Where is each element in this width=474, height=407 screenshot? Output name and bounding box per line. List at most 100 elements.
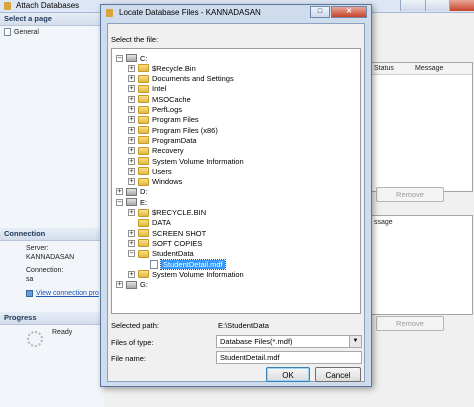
expand-icon[interactable]: +	[128, 75, 135, 83]
tree-node[interactable]: + Intel	[128, 84, 166, 94]
page-item-general[interactable]: General	[4, 28, 39, 36]
view-connection-link-label: View connection pro	[36, 290, 99, 297]
tree-node-label: StudentDetail.mdf	[160, 258, 226, 270]
details-grid[interactable]: ssage	[370, 215, 473, 315]
tree-node[interactable]: + SOFT COPIES	[128, 238, 202, 248]
tree-node-label: $RECYCLE.BIN	[152, 208, 207, 217]
expand-icon[interactable]: +	[128, 209, 135, 216]
minimize-button[interactable]	[400, 0, 425, 11]
tree-node[interactable]: + MSOCache	[128, 94, 191, 104]
folder-icon	[138, 167, 149, 176]
tree-node-label: G:	[140, 280, 148, 290]
file-tree[interactable]: − C: + $Recycle.Bin + Documents and Settings +…	[111, 48, 361, 314]
selected-path-label: Selected path:	[111, 321, 159, 330]
view-connection-properties-link[interactable]: View connection pro	[26, 290, 99, 297]
remove-button-top[interactable]: Remove	[376, 187, 444, 202]
connection-value: sa	[26, 276, 34, 283]
expand-icon[interactable]: +	[128, 64, 135, 72]
remove-button-bottom[interactable]: Remove	[376, 316, 444, 331]
tree-node[interactable]: + Documents and Settings	[128, 74, 234, 84]
expand-icon[interactable]: +	[128, 270, 135, 278]
status-column-header[interactable]: Status	[374, 65, 394, 72]
tree-node[interactable]: + PerfLogs	[128, 105, 182, 115]
tree-node[interactable]: − E:	[116, 197, 147, 207]
tree-node-label: Intel	[152, 84, 167, 94]
tree-node[interactable]: + Program Files (x86)	[128, 125, 218, 135]
background-sidebar: Select a page General Connection Server:…	[0, 13, 105, 407]
select-page-heading: Select a page	[0, 13, 104, 26]
properties-icon	[26, 290, 33, 297]
chevron-down-icon[interactable]: ▼	[349, 336, 361, 347]
tree-node[interactable]: + $RECYCLE.BIN	[128, 208, 206, 218]
expand-icon[interactable]: +	[128, 229, 135, 237]
expand-icon[interactable]: +	[116, 188, 123, 196]
expand-icon[interactable]: +	[128, 136, 135, 144]
expand-icon[interactable]: +	[128, 239, 135, 247]
tree-node[interactable]: + G:	[116, 280, 148, 290]
tree-node[interactable]: + Users	[128, 166, 172, 176]
tree-node[interactable]: + ProgramData	[128, 135, 197, 145]
files-of-type-select[interactable]: Database Files(*.mdf) ▼	[216, 335, 362, 348]
expand-icon[interactable]: +	[128, 126, 135, 134]
select-file-label: Select the file:	[111, 35, 159, 44]
files-of-type-value: Database Files(*.mdf)	[220, 337, 293, 346]
expand-icon[interactable]: +	[116, 281, 123, 289]
expand-icon[interactable]: +	[128, 106, 135, 113]
expand-icon[interactable]: +	[128, 178, 135, 186]
folder-icon	[138, 146, 149, 155]
tree-node-label: Documents and Settings	[152, 74, 234, 84]
close-button[interactable]	[449, 0, 474, 11]
tree-node[interactable]: DATA	[128, 218, 171, 228]
tree-node[interactable]: + System Volume Information	[128, 156, 244, 166]
expand-icon[interactable]: +	[128, 95, 135, 103]
tree-node[interactable]: + SCREEN SHOT	[128, 228, 206, 238]
folder-icon	[138, 95, 149, 104]
expand-icon[interactable]: +	[128, 167, 135, 175]
tree-node[interactable]: + System Volume Information	[128, 269, 244, 279]
expand-icon[interactable]: +	[128, 116, 135, 124]
folder-icon	[138, 177, 149, 186]
folder-icon	[138, 136, 149, 145]
folder-icon	[138, 64, 149, 73]
expand-icon[interactable]: +	[128, 157, 135, 165]
tree-node-label: E:	[140, 197, 148, 207]
tree-node[interactable]: + $Recycle.Bin	[128, 63, 196, 73]
folder-icon	[138, 229, 149, 238]
dialog-title: Locate Database Files - KANNADASAN	[119, 8, 261, 17]
tree-node[interactable]: + Program Files	[128, 115, 199, 125]
database-icon	[4, 2, 11, 10]
message-column-header[interactable]: Message	[415, 65, 443, 72]
tree-node[interactable]: + Windows	[128, 177, 182, 187]
folder-icon	[138, 208, 149, 217]
tree-node-label: MSOCache	[152, 94, 191, 104]
collapse-icon[interactable]: −	[128, 250, 135, 258]
folder-icon	[138, 115, 149, 124]
expand-icon[interactable]: +	[128, 85, 135, 93]
collapse-icon[interactable]: −	[116, 54, 123, 62]
folder-icon	[138, 126, 149, 135]
databases-grid[interactable]: Status Message	[370, 62, 473, 192]
dialog-maximize-button[interactable]: □	[310, 6, 330, 18]
tree-node-label: System Volume Information	[152, 156, 244, 166]
folder-icon	[138, 218, 149, 227]
file-name-input[interactable]: StudentDetail.mdf	[216, 351, 362, 364]
connection-heading: Connection	[0, 228, 104, 241]
locate-database-files-dialog: Locate Database Files - KANNADASAN □ ✕ S…	[100, 4, 372, 387]
maximize-button[interactable]	[424, 0, 450, 11]
drive-icon	[126, 198, 137, 207]
ok-button[interactable]: OK	[266, 367, 310, 382]
collapse-icon[interactable]: −	[116, 198, 123, 206]
tree-node[interactable]: + D:	[116, 187, 148, 197]
tree-node[interactable]: − C:	[116, 53, 148, 63]
tree-node-label: Windows	[152, 177, 183, 187]
tree-node[interactable]: StudentDetail.mdf	[140, 258, 226, 270]
cancel-button[interactable]: Cancel	[315, 367, 361, 382]
tree-node[interactable]: + Recovery	[128, 146, 184, 156]
expand-icon[interactable]: +	[128, 147, 135, 155]
dialog-close-button[interactable]: ✕	[331, 6, 367, 18]
message-column-header-lower[interactable]: ssage	[374, 219, 393, 226]
file-name-value: StudentDetail.mdf	[220, 353, 280, 362]
tree-node[interactable]: − StudentData	[128, 249, 194, 259]
folder-icon	[138, 239, 149, 248]
